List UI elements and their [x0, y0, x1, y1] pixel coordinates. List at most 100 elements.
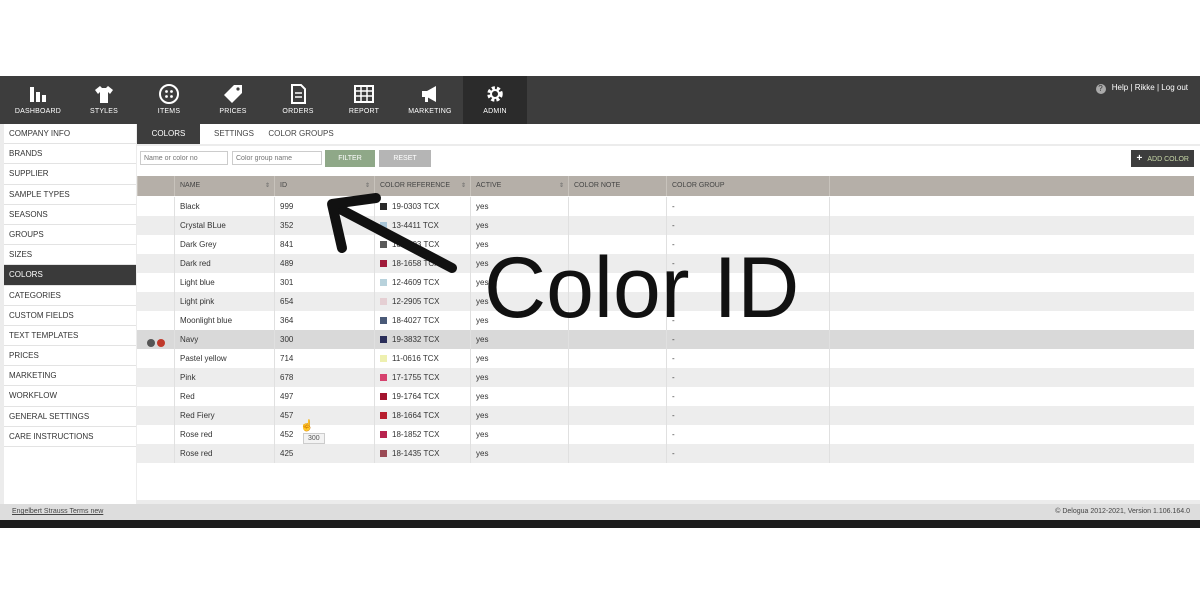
cell-group: -	[666, 349, 829, 368]
cell-ref: 19-3832 TCX	[374, 330, 470, 349]
sidebar-item-sizes[interactable]: SIZES	[4, 245, 136, 266]
cell-ref: 18-1435 TCX	[374, 444, 470, 463]
sidebar-item-workflow[interactable]: WORKFLOW	[4, 386, 136, 407]
cell-rest	[829, 349, 1194, 368]
cell-icons	[137, 197, 174, 216]
sidebar-item-sample-types[interactable]: SAMPLE TYPES	[4, 185, 136, 205]
sidebar-item-care-instructions[interactable]: CARE INSTRUCTIONS	[4, 427, 136, 447]
cell-name: Light pink	[174, 292, 274, 311]
column-header-name[interactable]: NAME ⇕	[174, 176, 274, 196]
cell-id: 364	[274, 311, 374, 330]
copyright: © Delogua 2012-2021, Version 1.106.164.0	[1055, 508, 1190, 515]
tab-colors[interactable]: COLORS	[137, 124, 200, 144]
sidebar-item-colors[interactable]: COLORS	[4, 265, 136, 286]
sort-icon[interactable]: ⇕	[559, 176, 564, 196]
nav-dashboard[interactable]: DASHBOARD	[6, 76, 70, 124]
cell-rest	[829, 311, 1194, 330]
color-swatch	[380, 412, 387, 419]
reset-button[interactable]: RESET	[379, 150, 431, 167]
table-row[interactable]: Rose red 425 18-1435 TCX yes -	[137, 444, 1194, 463]
cell-id: 714	[274, 349, 374, 368]
user-links: ? Help | Rikke | Log out	[1095, 83, 1188, 94]
table-row[interactable]: Rose red 452 18-1852 TCX yes -	[137, 425, 1194, 444]
user-link[interactable]: Rikke	[1135, 83, 1155, 92]
cell-name: Dark Grey	[174, 235, 274, 254]
cell-name: Crystal BLue	[174, 216, 274, 235]
color-swatch	[380, 279, 387, 286]
sidebar-item-supplier[interactable]: SUPPLIER	[4, 164, 136, 185]
sort-icon[interactable]: ⇕	[461, 176, 466, 196]
cell-note	[568, 349, 666, 368]
nav-label: ITEMS	[157, 108, 181, 115]
table-row[interactable]: Red Fiery 457 18-1664 TCX yes -	[137, 406, 1194, 425]
table-row[interactable]: Red 497 19-1764 TCX yes -	[137, 387, 1194, 406]
footer: Engelbert Strauss Terms new © Delogua 20…	[0, 504, 1200, 520]
nav-styles[interactable]: STYLES	[72, 76, 136, 124]
tab-settings[interactable]: SETTINGS	[203, 124, 265, 144]
color-swatch	[380, 317, 387, 324]
cell-active: yes	[470, 387, 568, 406]
table-row[interactable]: Black 999 19-0303 TCX yes -	[137, 197, 1194, 216]
sidebar-item-brands[interactable]: BRANDS	[4, 144, 136, 165]
bottom-bar	[0, 520, 1200, 528]
cell-active: yes	[470, 406, 568, 425]
table-row[interactable]: Crystal BLue 352 13-4411 TCX yes -	[137, 216, 1194, 235]
cell-ref: 12-4609 TCX	[374, 273, 470, 292]
sidebar-item-text-templates[interactable]: TEXT TEMPLATES	[4, 326, 136, 347]
table-row[interactable]: Pastel yellow 714 11-0616 TCX yes -	[137, 349, 1194, 368]
column-header-note[interactable]: COLOR NOTE	[568, 176, 666, 196]
column-header-active[interactable]: ACTIVE ⇕	[470, 176, 568, 196]
bar-chart-icon	[30, 87, 46, 102]
column-header-label: COLOR NOTE	[574, 182, 621, 189]
hand-cursor-icon: ☝	[300, 420, 314, 432]
cell-icons	[137, 368, 174, 387]
sidebar-item-seasons[interactable]: SEASONS	[4, 205, 136, 225]
help-link[interactable]: Help	[1112, 83, 1128, 92]
id-tooltip: 300	[303, 433, 325, 444]
nav-marketing[interactable]: MARKETING	[398, 76, 462, 124]
help-icon: ?	[1095, 84, 1106, 94]
nav-label: ORDERS	[282, 108, 314, 115]
color-reference-text: 19-3832 TCX	[392, 335, 440, 344]
nav-items[interactable]: ITEMS	[137, 76, 201, 124]
logout-link[interactable]: Log out	[1161, 83, 1188, 92]
megaphone-icon	[422, 86, 436, 102]
cell-icons	[137, 387, 174, 406]
nav-label: MARKETING	[408, 108, 452, 115]
name-filter-input[interactable]	[140, 151, 228, 165]
column-header-label: NAME	[180, 182, 201, 189]
edit-icon[interactable]	[147, 339, 155, 347]
color-reference-text: 18-1435 TCX	[392, 449, 440, 458]
cell-icons	[137, 425, 174, 444]
sort-icon[interactable]: ⇕	[265, 176, 270, 196]
delete-icon[interactable]	[157, 339, 165, 347]
nav-report[interactable]: REPORT	[332, 76, 396, 124]
tab-color-groups[interactable]: COLOR GROUPS	[267, 124, 335, 144]
color-swatch	[380, 450, 387, 457]
color-id-annotation: Color ID	[484, 240, 800, 336]
group-filter-input[interactable]	[232, 151, 322, 165]
sidebar-item-custom-fields[interactable]: CUSTOM FIELDS	[4, 306, 136, 326]
cell-group: -	[666, 425, 829, 444]
sidebar-item-marketing[interactable]: MARKETING	[4, 366, 136, 387]
nav-prices[interactable]: PRICES	[201, 76, 265, 124]
cell-icons	[137, 254, 174, 273]
filter-button[interactable]: FILTER	[325, 150, 375, 167]
admin-sidebar: COMPANY INFO BRANDS SUPPLIER SAMPLE TYPES SE…	[4, 124, 136, 504]
cell-rest	[829, 216, 1194, 235]
sidebar-item-company-info[interactable]: COMPANY INFO	[4, 124, 136, 145]
color-swatch	[380, 298, 387, 305]
sidebar-item-prices[interactable]: PRICES	[4, 346, 136, 367]
nav-label: PRICES	[219, 108, 247, 115]
sidebar-item-categories[interactable]: CATEGORIES	[4, 286, 136, 306]
terms-link[interactable]: Engelbert Strauss Terms new	[12, 508, 103, 515]
cell-id: 457	[274, 406, 374, 425]
column-header-group[interactable]: COLOR GROUP	[666, 176, 829, 196]
nav-admin[interactable]: ADMIN	[463, 76, 527, 124]
nav-orders[interactable]: ORDERS	[266, 76, 330, 124]
table-row[interactable]: Pink 678 17-1755 TCX yes -	[137, 368, 1194, 387]
sidebar-item-general-settings[interactable]: GENERAL SETTINGS	[4, 407, 136, 427]
sidebar-item-groups[interactable]: GROUPS	[4, 225, 136, 246]
cell-rest	[829, 368, 1194, 387]
add-color-button[interactable]: + ADD COLOR	[1131, 150, 1194, 167]
